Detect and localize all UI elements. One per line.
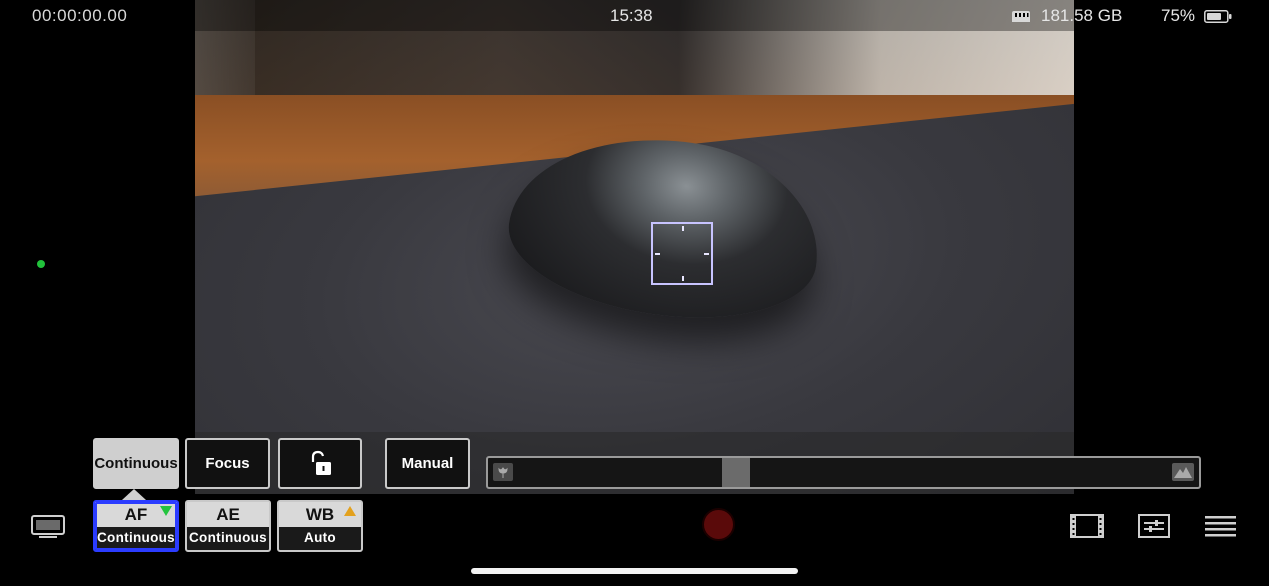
home-indicator[interactable] <box>471 568 798 574</box>
focus-button[interactable]: Focus <box>185 438 270 489</box>
camera-viewfinder[interactable] <box>195 0 1074 494</box>
ae-label: AE <box>187 502 269 527</box>
status-bar: 00:00:00.00 15:38 181.58 GB 75% <box>0 0 1269 31</box>
warning-triangle-icon <box>344 506 356 516</box>
selection-pointer <box>122 489 146 500</box>
wb-mode-button[interactable]: WB Auto <box>277 500 363 552</box>
battery-value: 75% <box>1161 6 1196 25</box>
reticle-tick <box>682 226 684 231</box>
af-value: Continuous <box>97 530 175 545</box>
reticle-tick <box>704 253 709 255</box>
status-dot <box>37 260 45 268</box>
focus-label: Focus <box>205 455 250 472</box>
unlock-icon <box>311 450 331 475</box>
ae-value: Continuous <box>189 530 267 545</box>
clock: 15:38 <box>610 6 653 25</box>
sliders-icon[interactable] <box>1138 514 1170 538</box>
mountain-infinity-icon <box>1172 463 1194 481</box>
focus-slider-thumb[interactable] <box>722 458 750 487</box>
storage-value: 181.58 GB <box>1041 6 1123 25</box>
manual-focus-button[interactable]: Manual <box>385 438 470 489</box>
record-button[interactable] <box>702 508 735 541</box>
continuous-focus-button[interactable]: Continuous <box>93 438 179 489</box>
ae-mode-button[interactable]: AE Continuous <box>185 500 271 552</box>
focus-reticle[interactable] <box>651 222 713 285</box>
sd-card-icon <box>1012 10 1030 22</box>
green-triangle-icon <box>160 506 172 516</box>
focus-slider[interactable] <box>486 456 1201 489</box>
battery-icon <box>1204 9 1232 23</box>
film-frame-icon[interactable] <box>1070 513 1104 539</box>
af-mode-button[interactable]: AF Continuous <box>93 500 179 552</box>
manual-label: Manual <box>401 455 454 472</box>
reticle-tick <box>682 276 684 281</box>
continuous-label: Continuous <box>94 455 178 472</box>
storage-indicator: 181.58 GB <box>1011 6 1122 26</box>
menu-icon[interactable] <box>1205 515 1236 537</box>
reticle-tick <box>655 253 660 255</box>
timecode: 00:00:00.00 <box>32 6 128 25</box>
wb-value: Auto <box>304 530 336 545</box>
monitor-icon[interactable] <box>31 515 65 539</box>
battery-indicator: 75% <box>1161 6 1232 26</box>
macro-flower-icon <box>493 463 513 481</box>
focus-lock-button[interactable] <box>278 438 362 489</box>
